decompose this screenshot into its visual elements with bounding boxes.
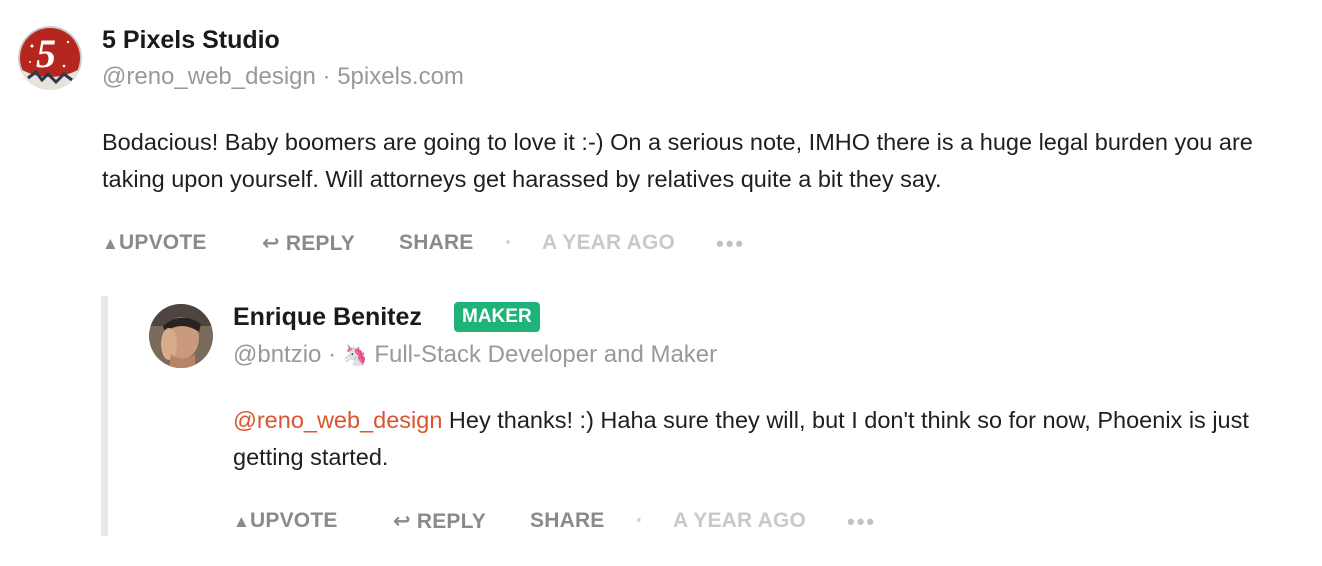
reply-label: REPLY [416, 510, 486, 533]
user-photo-icon [149, 304, 213, 368]
author-name[interactable]: Enrique Benitez [233, 303, 422, 332]
meta-separator: · [328, 341, 337, 368]
mention-link[interactable]: @reno_web_design [233, 407, 442, 433]
upvote-label: UPVOTE [119, 231, 207, 254]
more-options-icon[interactable]: ••• [847, 509, 876, 535]
avatar-logo-text: 5 [36, 31, 56, 76]
comment-actions: ▲UPVOTE ↩ REPLY SHARE · A YEAR AGO ••• [102, 231, 802, 257]
reply-button[interactable]: ↩ REPLY [262, 231, 355, 256]
more-options-icon[interactable]: ••• [716, 231, 745, 257]
author-meta: @bntzio · 🦄 Full-Stack Developer and Mak… [233, 341, 717, 369]
upvote-button[interactable]: ▲UPVOTE [233, 509, 338, 533]
reply-label: REPLY [285, 232, 355, 255]
author-handle[interactable]: @bntzio [233, 341, 321, 368]
reply-button[interactable]: ↩ REPLY [393, 509, 486, 534]
avatar[interactable]: 5 [18, 26, 82, 90]
author-handle[interactable]: @reno_web_design [102, 63, 316, 90]
upvote-icon: ▲ [102, 234, 120, 253]
timestamp[interactable]: A YEAR AGO [542, 231, 675, 255]
reply-arrow-icon: ↩ [393, 510, 411, 533]
action-separator: · [505, 231, 513, 254]
author-website[interactable]: 5pixels.com [337, 63, 464, 90]
upvote-button[interactable]: ▲UPVOTE [102, 231, 207, 255]
author-headline: Full-Stack Developer and Maker [374, 341, 718, 368]
author-name[interactable]: 5 Pixels Studio [102, 26, 280, 55]
comment-actions: ▲UPVOTE ↩ REPLY SHARE · A YEAR AGO ••• [233, 509, 933, 535]
upvote-label: UPVOTE [250, 509, 338, 532]
reply-arrow-icon: ↩ [262, 232, 280, 255]
reply-comment: Enrique Benitez MAKER @bntzio · 🦄 Full-S… [0, 290, 1322, 566]
comment-body: @reno_web_design Hey thanks! :) Haha sur… [233, 402, 1273, 476]
share-button[interactable]: SHARE [399, 231, 474, 255]
comment: 5 5 Pixels Studio @reno_web_design · 5pi… [0, 0, 1322, 290]
maker-badge: MAKER [454, 302, 540, 332]
upvote-icon: ▲ [233, 512, 251, 531]
comment-body: Bodacious! Baby boomers are going to lov… [102, 129, 1253, 192]
timestamp[interactable]: A YEAR AGO [673, 509, 806, 533]
share-button[interactable]: SHARE [530, 509, 605, 533]
avatar[interactable] [149, 304, 213, 368]
action-separator: · [636, 509, 644, 532]
unicorn-icon: 🦄 [342, 345, 368, 367]
meta-separator: · [322, 63, 331, 90]
author-meta: @reno_web_design · 5pixels.com [102, 63, 464, 91]
